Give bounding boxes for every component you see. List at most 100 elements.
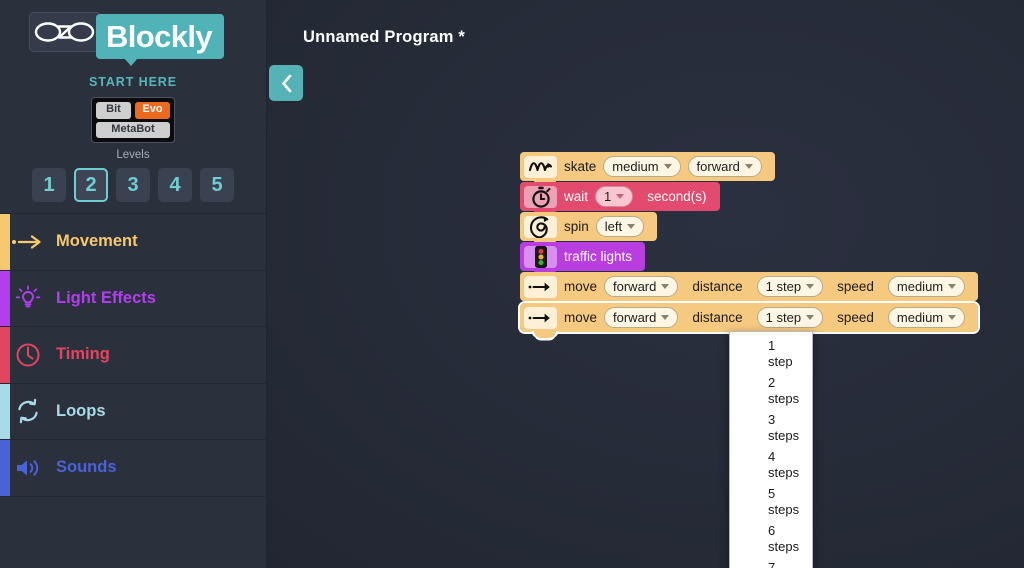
block-part-label: speed — [837, 310, 874, 325]
sidebar-item-label: Light Effects — [56, 288, 156, 307]
blockly-logo[interactable]: Blockly — [96, 14, 225, 66]
chevron-down-icon — [663, 163, 672, 169]
dropdown-option[interactable]: 4 steps — [730, 447, 812, 484]
block-dropdown-value: left — [604, 218, 623, 234]
collapse-panel-button[interactable] — [269, 65, 303, 101]
block-label: skate — [564, 159, 597, 174]
arrow-move-icon — [524, 275, 557, 298]
robot-option-metabot[interactable]: MetaBot — [96, 121, 170, 139]
level-label: 4 — [169, 173, 181, 196]
traffic-light-icon — [524, 245, 557, 268]
block-move-1[interactable]: move forward distance 1 step speed medium — [520, 272, 979, 307]
chevron-down-icon — [806, 314, 815, 320]
sidebar-item-label: Timing — [56, 345, 110, 364]
block-dropdown-field[interactable]: 1 step — [756, 307, 824, 328]
stopwatch-icon — [524, 185, 557, 208]
block-part-label: speed — [837, 279, 874, 294]
chevron-down-icon — [744, 163, 753, 169]
dropdown-menu[interactable]: 1 step 2 steps 3 steps 4 steps 5 steps 6 step… — [729, 331, 813, 568]
sidebar-item-label: Loops — [56, 401, 106, 420]
block-label: move — [564, 279, 598, 294]
ozo-wordmark-icon — [34, 22, 95, 42]
level-button-3[interactable]: 3 — [116, 168, 150, 203]
dropdown-option[interactable]: 2 steps — [730, 373, 812, 410]
spiral-spin-icon — [524, 215, 557, 238]
block-part-label: distance — [692, 279, 743, 294]
chevron-down-icon — [806, 283, 815, 289]
dropdown-option[interactable]: 5 steps — [730, 484, 812, 521]
robot-selector[interactable]: Bit Evo MetaBot — [91, 97, 175, 144]
level-label: 2 — [85, 173, 97, 196]
start-here-label: START HERE — [89, 75, 177, 89]
block-dropdown-value: 1 — [604, 188, 612, 204]
block-dropdown-value: medium — [896, 278, 944, 294]
block-dropdown-field[interactable]: 1 — [595, 186, 634, 207]
dropdown-option[interactable]: 6 steps — [730, 521, 812, 558]
level-button-5[interactable]: 5 — [200, 168, 234, 203]
block-wait[interactable]: wait 1 second(s) — [520, 182, 720, 217]
block-move-2[interactable]: move forward distance 1 step speed medium — [517, 301, 981, 338]
sidebar: Blockly START HERE Bit Evo MetaBot Level… — [0, 0, 267, 568]
ozo-logo[interactable] — [29, 12, 101, 52]
chevron-left-icon — [281, 74, 291, 92]
block-label: move — [564, 310, 598, 325]
chevron-down-icon — [616, 193, 625, 199]
level-button-2[interactable]: 2 — [74, 168, 108, 203]
block-dropdown-value: forward — [613, 278, 657, 294]
block-dropdown-value: medium — [612, 158, 659, 174]
block-dropdown-field[interactable]: medium — [603, 156, 681, 177]
robot-option-evo[interactable]: Evo — [135, 102, 170, 119]
block-dropdown-field[interactable]: forward — [604, 307, 679, 328]
block-dropdown-field[interactable]: medium — [887, 276, 966, 297]
chevron-down-icon — [661, 283, 670, 289]
block-dropdown-field[interactable]: 1 step — [756, 276, 824, 297]
arrow-move-icon — [524, 306, 557, 329]
category-accent-bar — [0, 440, 10, 496]
level-label: 3 — [127, 173, 139, 196]
app-root: Blockly START HERE Bit Evo MetaBot Level… — [0, 0, 1024, 568]
sidebar-item-light-effects[interactable]: Light Effects — [0, 270, 266, 328]
dropdown-option[interactable]: 3 steps — [730, 410, 812, 447]
block-label: traffic lights — [564, 249, 633, 264]
block-dropdown-field[interactable]: medium — [887, 307, 966, 328]
block-label: spin — [564, 219, 589, 234]
sidebar-item-label: Movement — [56, 232, 138, 251]
block-dropdown-field[interactable]: forward — [687, 156, 762, 177]
sidebar-item-timing[interactable]: Timing — [0, 327, 266, 384]
category-accent-bar — [0, 214, 10, 270]
level-button-4[interactable]: 4 — [158, 168, 192, 203]
level-label: 1 — [43, 173, 55, 196]
level-button-1[interactable]: 1 — [32, 168, 66, 203]
block-part-label: distance — [692, 310, 743, 325]
sidebar-item-label: Sounds — [56, 458, 117, 477]
category-accent-bar — [0, 270, 10, 327]
levels-label: Levels — [116, 149, 150, 162]
block-dropdown-value: 1 step — [765, 309, 802, 325]
block-suffix-label: second(s) — [647, 189, 707, 204]
page-title: Unnamed Program * — [303, 28, 466, 46]
category-list: Movement Light Effects Timing Loops Sounds — [0, 213, 266, 497]
dropdown-option[interactable]: 1 step — [730, 336, 812, 373]
robot-option-bit[interactable]: Bit — [96, 102, 131, 119]
wave-skate-icon — [524, 155, 557, 178]
chevron-down-icon — [948, 314, 957, 320]
block-spin[interactable]: spin left — [520, 212, 658, 247]
logo-area: Blockly — [0, 0, 266, 72]
block-skate[interactable]: skate medium forward — [520, 152, 775, 187]
sidebar-item-sounds[interactable]: Sounds — [0, 440, 266, 497]
block-dropdown-field[interactable]: forward — [604, 276, 679, 297]
block-traffic-lights[interactable]: traffic lights — [520, 242, 646, 277]
workspace[interactable]: Unnamed Program * skate medium forward wait… — [267, 0, 1024, 568]
block-dropdown-value: medium — [896, 309, 944, 325]
block-dropdown-value: forward — [613, 309, 657, 325]
block-dropdown-value: 1 step — [765, 278, 802, 294]
chevron-down-icon — [627, 223, 636, 229]
category-accent-bar — [0, 383, 10, 440]
block-dropdown-value: forward — [696, 158, 740, 174]
sidebar-item-movement[interactable]: Movement — [0, 214, 266, 271]
level-selector: 1 2 3 4 5 — [0, 168, 266, 203]
level-label: 5 — [211, 173, 223, 196]
block-dropdown-field[interactable]: left — [595, 216, 645, 237]
sidebar-item-loops[interactable]: Loops — [0, 383, 266, 441]
dropdown-option[interactable]: 7 steps — [730, 558, 812, 568]
